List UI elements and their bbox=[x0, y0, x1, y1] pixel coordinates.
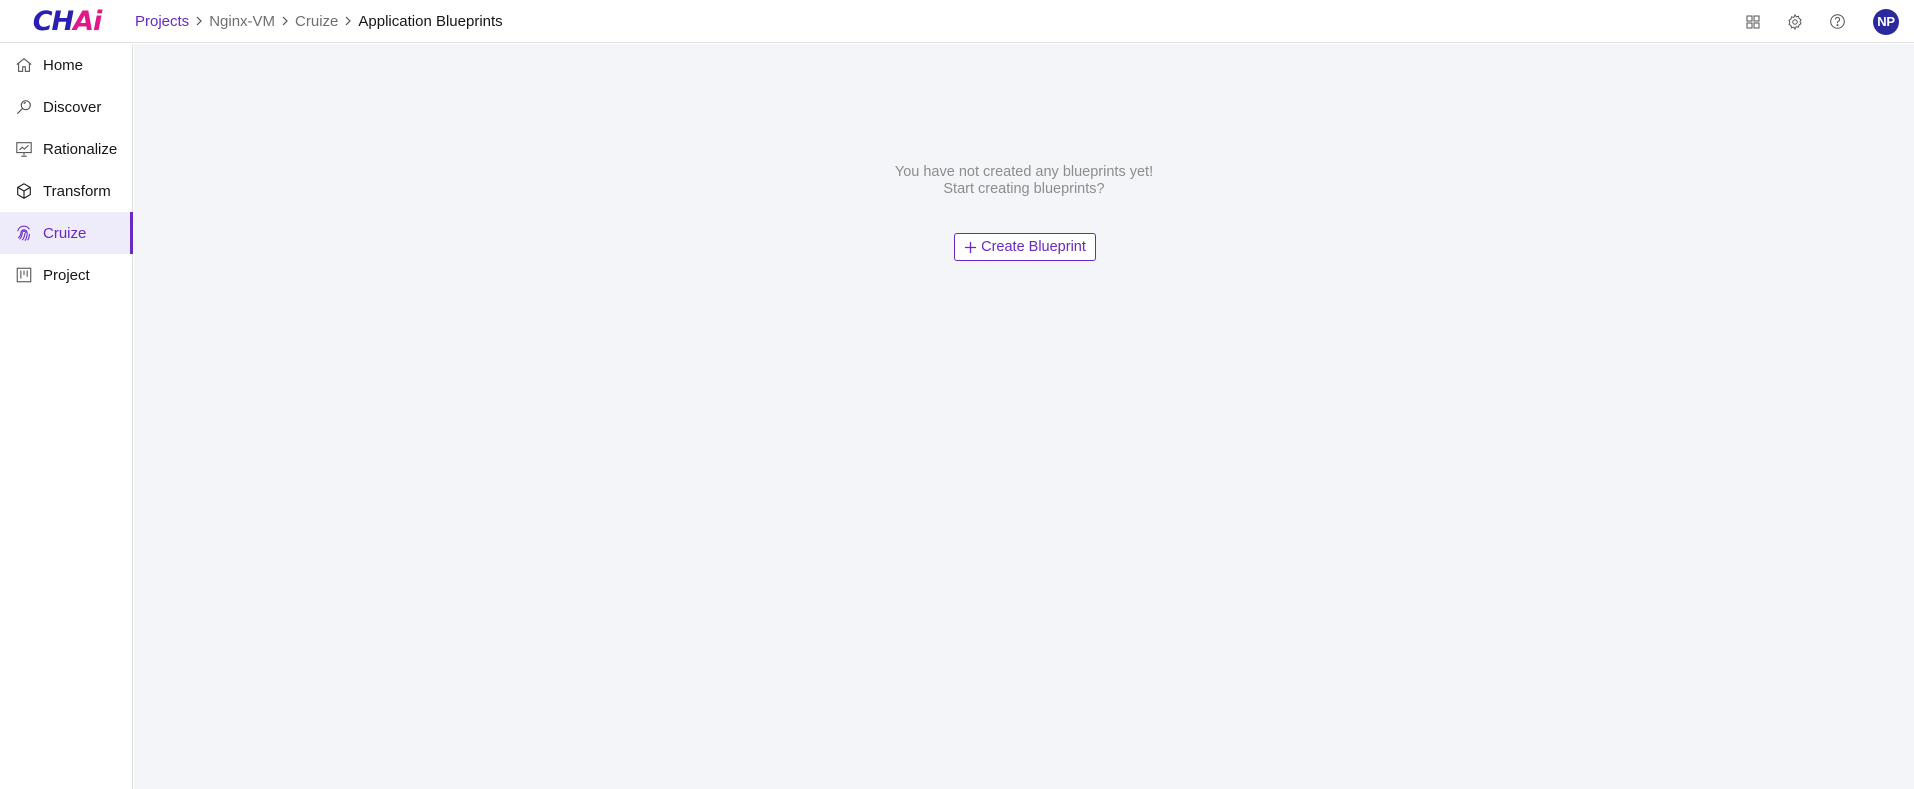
top-header: CH Ai Projects Nginx-VM Cruize Applicatio… bbox=[0, 0, 1914, 43]
sidebar-item-project[interactable]: Project bbox=[0, 254, 132, 296]
breadcrumb-projects[interactable]: Projects bbox=[135, 13, 189, 30]
header-actions: NP bbox=[1732, 0, 1914, 43]
sidebar-item-rationalize[interactable]: Rationalize bbox=[0, 128, 132, 170]
create-blueprint-label: Create Blueprint bbox=[981, 239, 1086, 255]
help-icon[interactable] bbox=[1816, 0, 1858, 43]
empty-state-message: You have not created any blueprints yet!… bbox=[134, 164, 1914, 198]
create-blueprint-button[interactable]: Create Blueprint bbox=[954, 233, 1096, 261]
apps-grid-icon[interactable] bbox=[1732, 0, 1774, 43]
discover-search-icon bbox=[14, 97, 34, 117]
chai-logo[interactable]: CH Ai bbox=[0, 0, 134, 43]
breadcrumb-application-blueprints: Application Blueprints bbox=[358, 12, 503, 30]
empty-state-line2: Start creating blueprints? bbox=[943, 181, 1105, 197]
logo-text-ai: Ai bbox=[73, 5, 102, 37]
presentation-chart-icon bbox=[14, 139, 34, 159]
sidebar-item-cruize[interactable]: Cruize bbox=[0, 212, 133, 254]
breadcrumb-cruize[interactable]: Cruize bbox=[295, 13, 338, 30]
chevron-right-icon bbox=[189, 16, 209, 26]
settings-gear-icon[interactable] bbox=[1774, 0, 1816, 43]
chevron-right-icon bbox=[338, 16, 358, 26]
sidebar-item-home[interactable]: Home bbox=[0, 44, 132, 86]
sidebar-item-label: Discover bbox=[43, 98, 102, 116]
user-avatar-button[interactable]: NP bbox=[1858, 0, 1914, 43]
kanban-board-icon bbox=[14, 265, 34, 285]
sidebar-item-label: Project bbox=[43, 266, 90, 284]
breadcrumb-nginx-vm[interactable]: Nginx-VM bbox=[209, 13, 275, 30]
breadcrumb: Projects Nginx-VM Cruize Application Blu… bbox=[135, 13, 503, 30]
sidebar-item-label: Home bbox=[43, 56, 84, 74]
logo-text-ch: CH bbox=[32, 5, 74, 37]
main-content: You have not created any blueprints yet!… bbox=[134, 44, 1914, 789]
avatar: NP bbox=[1873, 8, 1899, 35]
sidebar-item-label: Transform bbox=[43, 182, 111, 200]
cube-icon bbox=[14, 181, 34, 201]
sidebar-item-label: Rationalize bbox=[43, 140, 118, 158]
fingerprint-icon bbox=[14, 223, 34, 243]
empty-state-line1: You have not created any blueprints yet! bbox=[894, 164, 1154, 180]
sidebar: Home Discover Rationalize Transform Crui… bbox=[0, 44, 133, 789]
sidebar-item-discover[interactable]: Discover bbox=[0, 86, 132, 128]
chevron-right-icon bbox=[275, 16, 295, 26]
sidebar-item-transform[interactable]: Transform bbox=[0, 170, 132, 212]
plus-icon bbox=[964, 241, 977, 254]
home-icon bbox=[14, 55, 34, 75]
sidebar-item-label: Cruize bbox=[43, 224, 87, 242]
